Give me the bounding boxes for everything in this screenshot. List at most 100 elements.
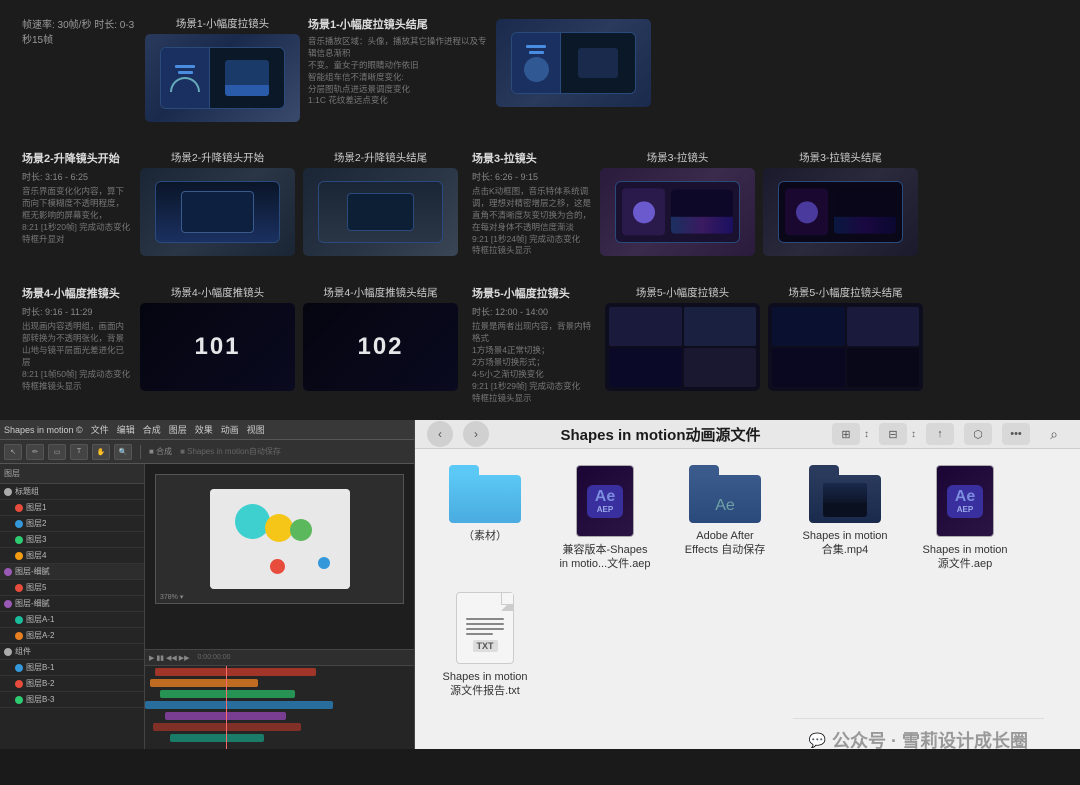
scene2b-thumbnail — [303, 168, 458, 256]
fb-file-folder-material[interactable]: （素材） — [435, 465, 535, 572]
ae-tool-hand[interactable]: ✋ — [92, 444, 110, 460]
shape-red-circle — [270, 559, 285, 574]
ae-menubar[interactable]: Shapes in motion © 文件 编辑 合成 图层 效果 动画 视图 — [0, 420, 414, 440]
ae-layer-3[interactable]: 图层3 — [0, 532, 144, 548]
ae-layer-13[interactable]: 图层B-3 — [0, 692, 144, 708]
scene3a-thumbnail — [600, 168, 755, 256]
scene3-info: 场景3-拉镜头 时长: 6:26 - 9:15 点击K动框图，音乐特体系统调调，… — [472, 150, 592, 257]
ae-track-teal — [170, 734, 264, 742]
ae-toolbar: ↖ ✏ ▭ T ✋ 🔍 ■ 合成 ■ Shapes in motion自动保存 — [0, 440, 414, 464]
ae-panel: Shapes in motion © 文件 编辑 合成 图层 效果 动画 视图 … — [0, 420, 415, 749]
fb-file-folder-mp4[interactable]: Shapes in motion合集.mp4 — [795, 465, 895, 572]
ae-time-display: 0:00:00:00 — [197, 654, 230, 661]
scene2-title: 场景2-升降镜头开始 — [22, 150, 132, 166]
ae-layer-name-10: 组件 — [15, 646, 31, 657]
fb-sort2-icon[interactable]: ↕ — [911, 429, 916, 440]
ae-tool-zoom[interactable]: 🔍 — [114, 444, 132, 460]
ae-menu-effect[interactable]: 效果 — [195, 423, 213, 436]
ae-layer-name-7: 图层-细腻 — [15, 598, 50, 609]
fb-file-ae-compat[interactable]: Ae AEP 兼容版本-Shapesin motio...文件.aep — [555, 465, 655, 572]
ae-title: Shapes in motion © — [4, 425, 83, 435]
scene-row-3: 场景4-小幅度推镜头 时长: 9:16 - 11:29 出现画内容透明组，画面内… — [14, 279, 1066, 410]
wechat-icon: 💬 — [809, 732, 826, 749]
fb-file-folder-ae[interactable]: Ae Adobe AfterEffects 自动保存 — [675, 465, 775, 572]
fb-grid-view-btn[interactable]: ⊞ — [832, 423, 860, 445]
ae-layer-6[interactable]: 图层5 — [0, 580, 144, 596]
fb-content: （素材） Ae AEP 兼容版本-Shapesin motio...文件.aep — [415, 449, 1080, 785]
ae-tool-text[interactable]: T — [70, 444, 88, 460]
ae-tool-shape[interactable]: ▭ — [48, 444, 66, 460]
fb-file-txt-report[interactable]: TXT Shapes in motion源文件报告.txt — [435, 592, 535, 699]
ae-layer-12[interactable]: 图层B-2 — [0, 676, 144, 692]
ae-canvas-area: 378% ▾ ▶ ▮▮ ◀◀ ▶▶ 0:00:00:00 — [145, 464, 414, 749]
scene2a-thumbnail — [140, 168, 295, 256]
scene3-time: 时长: 6:26 - 9:15 — [472, 170, 592, 183]
ae-track-orange — [150, 679, 258, 687]
ae-layer-11[interactable]: 图层B-1 — [0, 660, 144, 676]
fb-files-row-2: TXT Shapes in motion源文件报告.txt — [435, 592, 1060, 699]
scene5a-label: 场景5-小幅度拉镜头 — [636, 285, 729, 300]
fb-watermark: 💬 公众号 · 雪莉设计成长圈 — [793, 718, 1044, 761]
ae-layer-0[interactable]: 标题组 — [0, 484, 144, 500]
ae-tab-autosave[interactable]: ■ Shapes in motion自动保存 — [180, 446, 281, 457]
fb-tag-btn[interactable]: ⬡ — [964, 423, 992, 445]
scene4b-thumbnail: 102 — [303, 303, 458, 391]
ae-layer-7[interactable]: 图层-细腻 — [0, 596, 144, 612]
scene1-info: 帧速率: 30帧/秒 时长: 0-3秒15帧 — [22, 16, 137, 122]
fb-more-btn[interactable]: ••• — [1002, 423, 1030, 445]
shape-green-circle — [290, 519, 312, 541]
ae-layer-name-6: 图层5 — [26, 582, 46, 593]
ae-menu-edit[interactable]: 编辑 — [117, 423, 135, 436]
ae-tool-pen[interactable]: ✏ — [26, 444, 44, 460]
scene1a-thumb-block: 场景1-小幅度拉镜头 — [145, 16, 300, 122]
ae-layer-dot-12 — [15, 680, 23, 688]
ae-layer-dot-1 — [15, 504, 23, 512]
ae-layer-1[interactable]: 图层1 — [0, 500, 144, 516]
ae-layer-4[interactable]: 图层4 — [0, 548, 144, 564]
ae-track-red — [155, 668, 316, 676]
scene1b-title: 场景1-小幅度拉镜头结尾 — [308, 16, 488, 32]
ae-layer-10[interactable]: 组件 — [0, 644, 144, 660]
ae-layer-5[interactable]: 图层-细腻 — [0, 564, 144, 580]
ae-menu-comp[interactable]: 合成 — [143, 423, 161, 436]
scene2a-label: 场景2-升降镜头开始 — [171, 150, 264, 165]
fb-search-btn[interactable]: ⌕ — [1040, 420, 1068, 448]
fb-folder-icon-mp4 — [809, 465, 881, 523]
fb-folder-mp4-label: Shapes in motion合集.mp4 — [803, 529, 888, 558]
ae-layer-dot-13 — [15, 696, 23, 704]
scene3a-thumb-block: 场景3-拉镜头 — [600, 150, 755, 257]
fb-back-button[interactable]: ‹ — [427, 421, 453, 447]
ae-tab-comp[interactable]: ■ 合成 — [149, 446, 172, 457]
ae-layer-8[interactable]: 图层A-1 — [0, 612, 144, 628]
ae-layer-9[interactable]: 图层A-2 — [0, 628, 144, 644]
fb-sort-icon[interactable]: ↕ — [864, 429, 869, 440]
ae-menu-view[interactable]: 视图 — [247, 423, 265, 436]
ae-layer-dot-5 — [4, 568, 12, 576]
scene5a-thumbnail — [605, 303, 760, 391]
ae-menu-anim[interactable]: 动画 — [221, 423, 239, 436]
scene5-time: 时长: 12:00 - 14:00 — [472, 305, 597, 318]
fb-ae-source-label: Shapes in motion源文件.aep — [923, 543, 1008, 572]
ae-layer-2[interactable]: 图层2 — [0, 516, 144, 532]
ae-preview-canvas — [210, 489, 350, 589]
ae-menu-file[interactable]: 文件 — [91, 423, 109, 436]
fb-files-row-1: （素材） Ae AEP 兼容版本-Shapesin motio...文件.aep — [435, 465, 1060, 572]
ae-tool-select[interactable]: ↖ — [4, 444, 22, 460]
ae-icon-ae-text-source: Ae — [955, 489, 975, 505]
fb-forward-button[interactable]: › — [463, 421, 489, 447]
ae-menu-layer[interactable]: 图层 — [169, 423, 187, 436]
scene4b-thumb-block: 场景4-小幅度推镜头结尾 102 — [303, 285, 458, 404]
scene4a-thumbnail: 101 — [140, 303, 295, 391]
scene2b-thumb-block: 场景2-升降镜头结尾 — [303, 150, 458, 257]
fb-ae-icon-compat: Ae AEP — [576, 465, 634, 537]
ae-layer-name-1: 图层1 — [26, 502, 46, 513]
fb-action-controls: ⊟ ↕ — [879, 423, 916, 445]
ae-body: 图层 标题组 图层1 图层2 — [0, 464, 414, 749]
fb-file-ae-source[interactable]: Ae AEP Shapes in motion源文件.aep — [915, 465, 1015, 572]
ae-play-controls[interactable]: ▶ ▮▮ ◀◀ ▶▶ — [149, 654, 189, 662]
shape-blue-circle — [318, 557, 330, 569]
scene3-desc: 点击K动框图，音乐特体系统调调，理想对精密增层之移，这是直角不清晰度灰变切换为合… — [472, 186, 592, 257]
ae-timeline-header[interactable]: ▶ ▮▮ ◀◀ ▶▶ 0:00:00:00 — [145, 650, 414, 666]
fb-list-view-btn[interactable]: ⊟ — [879, 423, 907, 445]
fb-share-btn[interactable]: ↑ — [926, 423, 954, 445]
